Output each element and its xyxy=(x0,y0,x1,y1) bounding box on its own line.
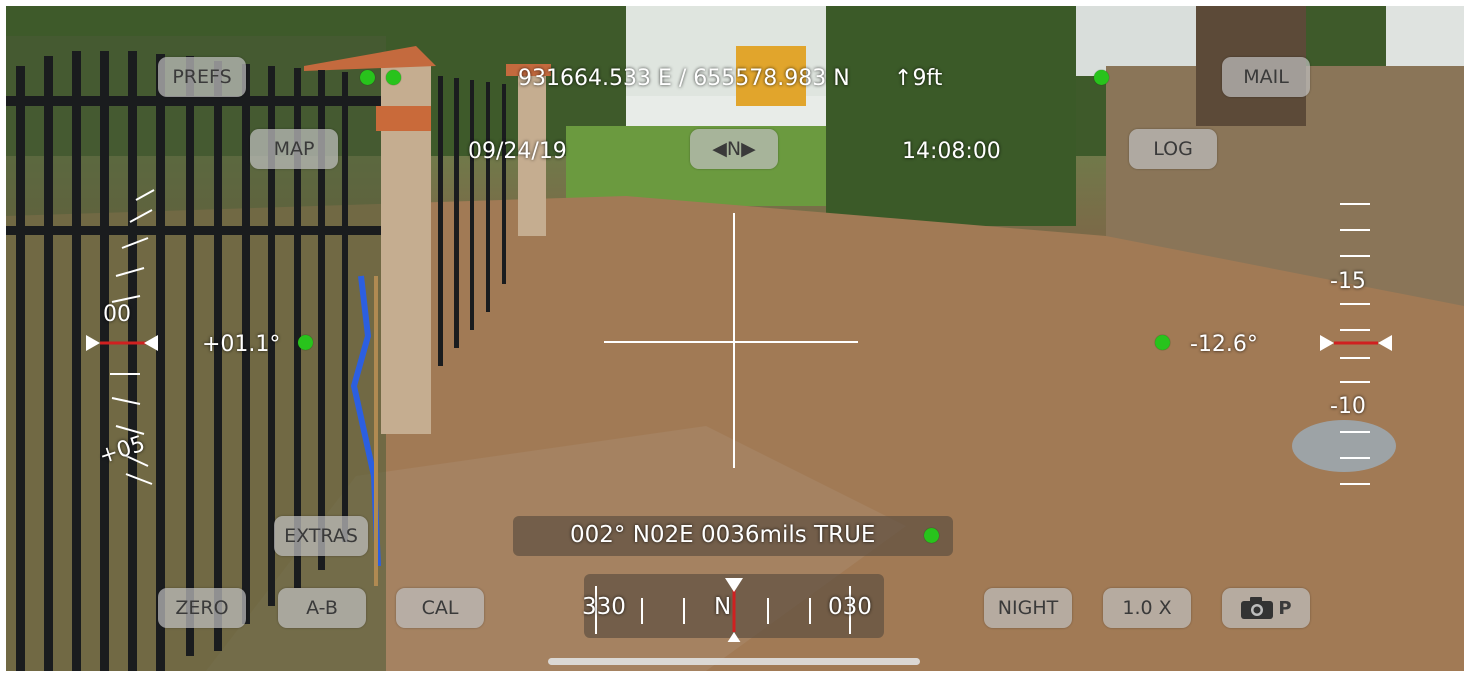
heading-mode-button[interactable]: ◀ N ▶ xyxy=(690,129,778,169)
time-readout: 14:08:00 xyxy=(902,139,1001,164)
heading-mode-label: N xyxy=(726,138,742,160)
date-readout: 09/24/19 xyxy=(468,139,567,164)
map-button[interactable]: MAP xyxy=(250,129,338,169)
mail-button[interactable]: MAIL xyxy=(1222,57,1310,97)
prefs-button[interactable]: PREFS xyxy=(158,57,246,97)
left-arrow-icon: ◀ xyxy=(712,138,727,160)
roll-readout: -12.6° xyxy=(1190,332,1258,357)
status-dot-3 xyxy=(1094,70,1109,85)
status-dot-2 xyxy=(386,70,401,85)
a-b-button[interactable]: A-B xyxy=(278,588,366,628)
cal-button[interactable]: CAL xyxy=(396,588,484,628)
up-arrow-icon: ↑ xyxy=(894,66,913,91)
coordinates-readout: 931664.533 E / 655578.983 N xyxy=(518,66,850,91)
roll-scale-right xyxy=(1320,203,1392,485)
compass-label-330: 330 xyxy=(582,594,626,620)
zero-button[interactable]: ZERO xyxy=(158,588,246,628)
home-indicator[interactable] xyxy=(548,658,920,665)
bearing-readout: 002° N02E 0036mils TRUE xyxy=(570,522,876,548)
log-button[interactable]: LOG xyxy=(1129,129,1217,169)
elevation-value: 9ft xyxy=(912,66,943,91)
pitch-readout: +01.1° xyxy=(202,332,281,357)
pitch-status-dot xyxy=(298,335,313,350)
extras-button[interactable]: EXTRAS xyxy=(274,516,368,556)
camera-button[interactable]: P xyxy=(1222,588,1310,628)
roll-scale-label-10: -10 xyxy=(1330,394,1366,419)
crosshair xyxy=(604,213,858,468)
status-dot-1 xyxy=(360,70,375,85)
compass-label-030: 030 xyxy=(828,594,872,620)
camera-viewport: PREFS 931664.533 E / 655578.983 N ↑9ft M… xyxy=(6,6,1464,671)
camera-mode-label: P xyxy=(1278,597,1292,619)
roll-status-dot xyxy=(1155,335,1170,350)
elevation-readout: ↑9ft xyxy=(894,66,942,91)
pitch-scale-label-00: 00 xyxy=(103,302,131,327)
bearing-status-dot xyxy=(924,528,939,543)
night-button[interactable]: NIGHT xyxy=(984,588,1072,628)
compass-label-n: N xyxy=(714,594,732,620)
roll-scale-label-15: -15 xyxy=(1330,269,1366,294)
zoom-button[interactable]: 1.0 X xyxy=(1103,588,1191,628)
right-arrow-icon: ▶ xyxy=(741,138,756,160)
camera-icon xyxy=(1241,597,1274,619)
